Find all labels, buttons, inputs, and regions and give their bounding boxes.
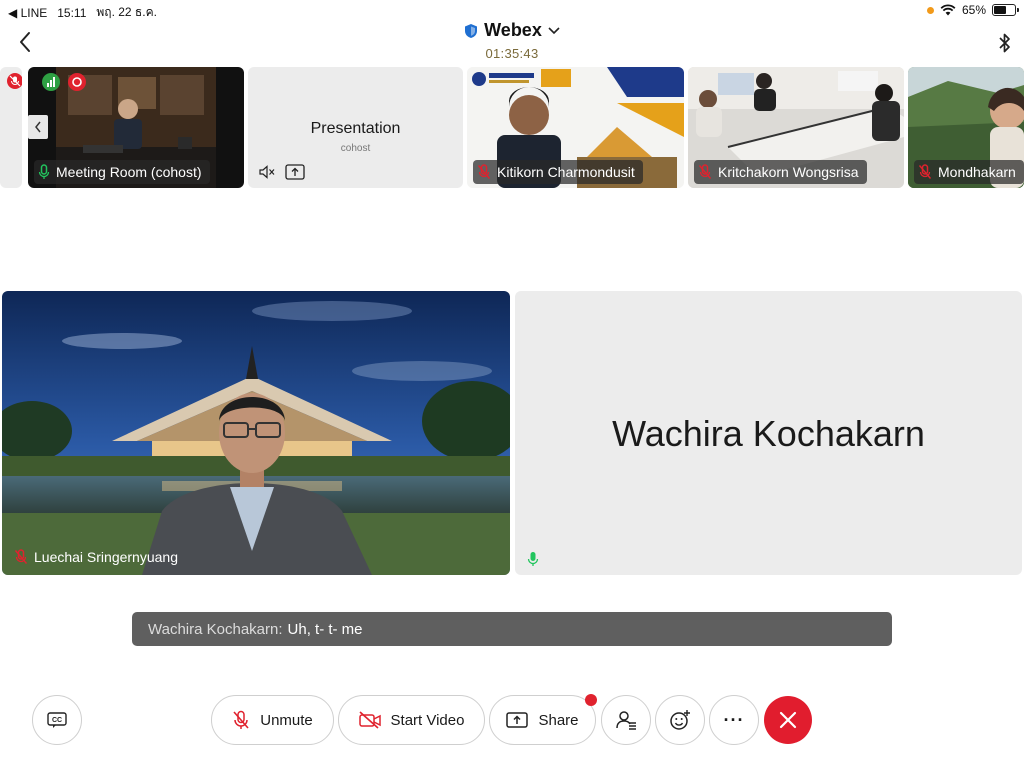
presentation-role: cohost bbox=[340, 143, 371, 154]
participant-strip[interactable]: Meeting Room (cohost) Presentation cohos… bbox=[0, 67, 1024, 188]
mic-on-icon bbox=[38, 164, 50, 179]
participant-name: Meeting Room (cohost) bbox=[56, 164, 202, 180]
participant-name: Kritchakorn Wongsrisa bbox=[718, 164, 859, 180]
muted-mic-icon bbox=[698, 164, 712, 179]
reactions-button[interactable] bbox=[655, 695, 705, 745]
caption-speaker: Wachira Kochakarn: bbox=[148, 620, 283, 638]
muted-mic-icon bbox=[918, 164, 932, 179]
status-time: 15:11 bbox=[57, 5, 87, 20]
participant-tile-presentation[interactable]: Presentation cohost bbox=[248, 67, 463, 188]
share-button[interactable]: Share bbox=[489, 694, 597, 745]
more-dots-icon: ··· bbox=[723, 709, 745, 730]
share-screen-icon bbox=[285, 164, 305, 180]
share-notification-dot bbox=[585, 694, 597, 706]
muted-mic-icon bbox=[7, 73, 22, 89]
muted-mic-icon bbox=[477, 164, 491, 179]
end-call-button[interactable] bbox=[764, 696, 812, 744]
main-video-left[interactable]: Luechai Sringernyuang bbox=[2, 291, 510, 575]
participant-tile-kritchakorn[interactable]: Kritchakorn Wongsrisa bbox=[688, 67, 904, 188]
participant-tile-mondhakarn[interactable]: Mondhakarn bbox=[908, 67, 1024, 188]
participant-label: Meeting Room (cohost) bbox=[34, 160, 210, 184]
participant-label: Kitikorn Charmondusit bbox=[473, 160, 643, 184]
share-screen-icon bbox=[506, 712, 529, 728]
chevron-left-icon bbox=[35, 121, 41, 133]
cc-icon: CC bbox=[47, 712, 67, 728]
app-title: Webex bbox=[484, 20, 542, 40]
chevron-down-icon bbox=[548, 26, 560, 34]
status-bar: ◀ LINE 15:11 พฤ. 22 ธ.ค. 65% bbox=[0, 0, 1024, 22]
meeting-header: Webex 01:35:43 bbox=[0, 20, 1024, 64]
mic-on-icon bbox=[527, 552, 539, 566]
participant-label: Mondhakarn bbox=[914, 160, 1024, 184]
shield-icon bbox=[465, 23, 478, 38]
close-icon bbox=[779, 711, 797, 729]
participant-name: Mondhakarn bbox=[938, 164, 1016, 180]
battery-icon bbox=[992, 4, 1019, 16]
unmute-label: Unmute bbox=[260, 711, 313, 729]
participant-tile-kitikorn[interactable]: Kitikorn Charmondusit bbox=[467, 67, 684, 188]
share-label: Share bbox=[538, 711, 579, 729]
battery-fill bbox=[994, 6, 1006, 14]
strip-scroll-left-button[interactable] bbox=[28, 115, 48, 139]
svg-text:CC: CC bbox=[52, 717, 62, 724]
presentation-title: Presentation bbox=[310, 120, 401, 137]
participant-label: Luechai Sringernyuang bbox=[8, 545, 184, 569]
muted-mic-icon bbox=[233, 710, 249, 729]
battery-percent: 65% bbox=[961, 3, 986, 17]
main-video-right[interactable]: Wachira Kochakarn bbox=[515, 291, 1022, 575]
participant-label: Kritchakorn Wongsrisa bbox=[694, 160, 867, 184]
speaker-muted-icon bbox=[259, 165, 275, 179]
participant-name: Luechai Sringernyuang bbox=[34, 549, 178, 565]
video-off-icon bbox=[358, 711, 381, 729]
closed-caption-bar: Wachira Kochakarn: Uh, t- t- me bbox=[132, 612, 892, 646]
participant-tile-meeting-room[interactable]: Meeting Room (cohost) bbox=[28, 67, 244, 188]
back-to-app-link[interactable]: ◀ LINE bbox=[8, 6, 47, 20]
network-quality-icon bbox=[42, 73, 60, 91]
emoji-reaction-icon bbox=[670, 710, 690, 730]
participants-icon bbox=[616, 711, 636, 730]
closed-captions-button[interactable]: CC bbox=[32, 695, 82, 745]
participant-tile-partial[interactable] bbox=[0, 67, 22, 188]
caption-text: Uh, t- t- me bbox=[287, 620, 363, 638]
recording-icon bbox=[68, 73, 86, 91]
unmute-button[interactable]: Unmute bbox=[211, 695, 334, 745]
meeting-title-dropdown[interactable]: Webex bbox=[464, 20, 560, 41]
start-video-label: Start Video bbox=[390, 711, 465, 729]
mic-in-use-indicator bbox=[926, 6, 934, 14]
more-options-button[interactable]: ··· bbox=[709, 695, 759, 745]
meeting-timer: 01:35:43 bbox=[485, 45, 539, 61]
muted-mic-icon bbox=[14, 549, 28, 564]
wifi-icon bbox=[940, 4, 956, 16]
luechai-video bbox=[2, 291, 510, 575]
start-video-button[interactable]: Start Video bbox=[338, 695, 485, 745]
bluetooth-audio-icon[interactable] bbox=[996, 32, 1014, 54]
participant-name-large: Wachira Kochakarn bbox=[612, 413, 925, 454]
participants-button[interactable] bbox=[601, 695, 651, 745]
participant-name: Kitikorn Charmondusit bbox=[497, 164, 635, 180]
